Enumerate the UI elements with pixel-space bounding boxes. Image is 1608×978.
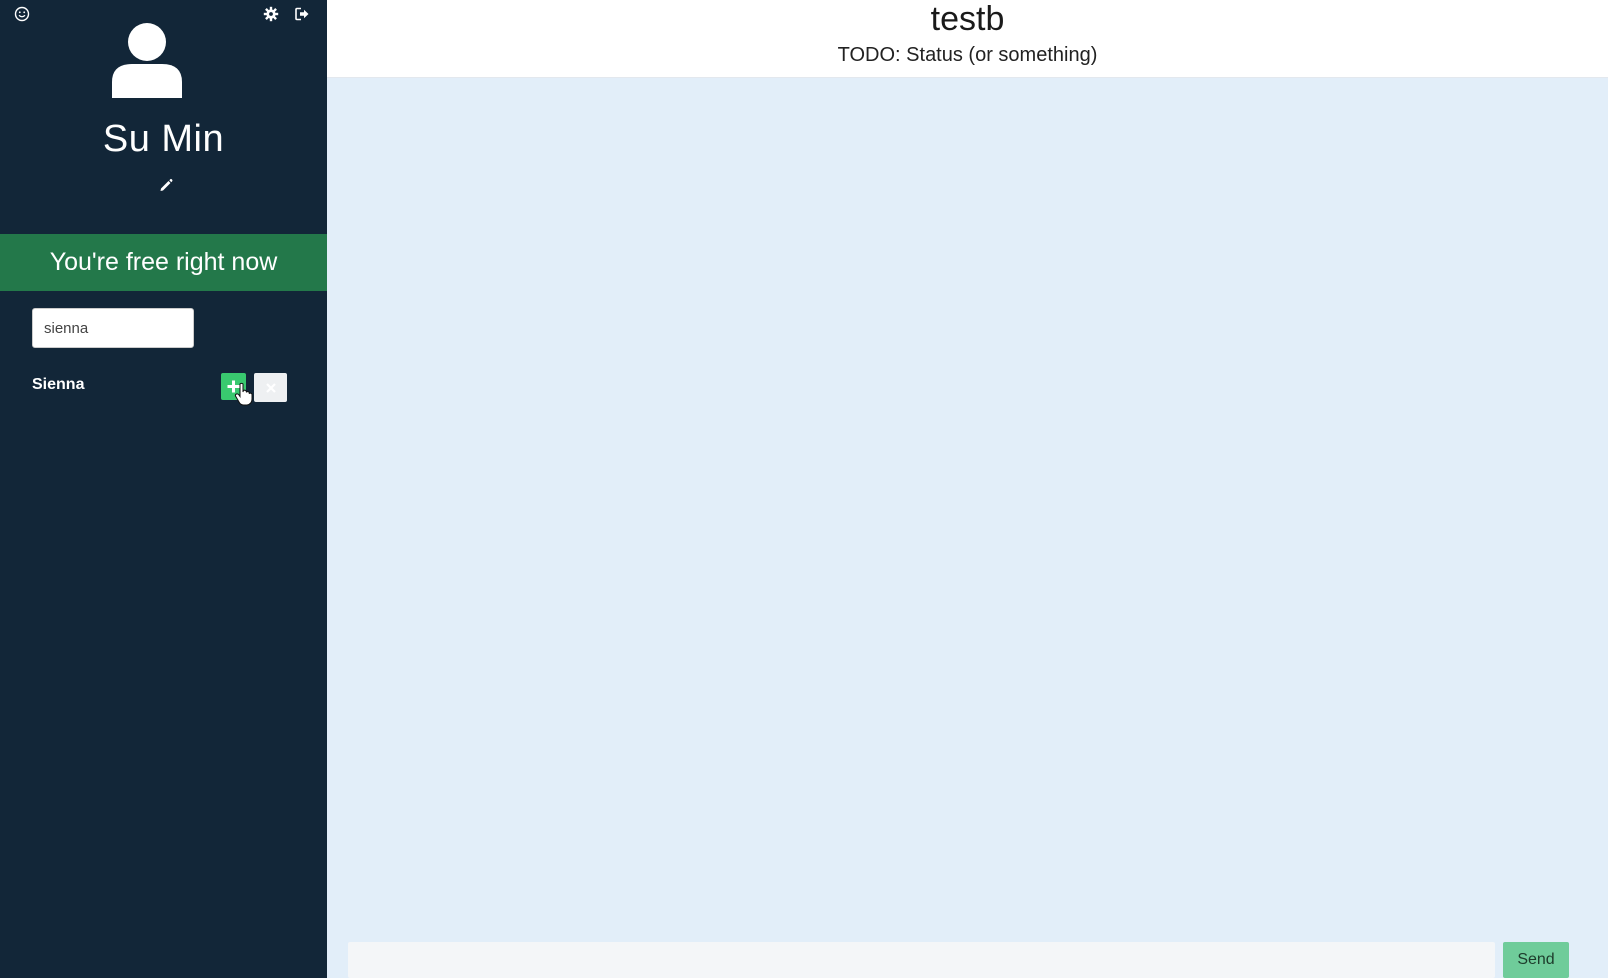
message-input[interactable] — [348, 942, 1495, 978]
chat-header: testb TODO: Status (or something) — [327, 0, 1608, 78]
app-window: Su Min You're free right now Sienna — [0, 0, 1608, 978]
status-text: You're free right now — [49, 248, 278, 276]
ignore-result-button[interactable] — [254, 373, 287, 402]
friend-search-input[interactable] — [32, 308, 194, 348]
add-friend-button[interactable] — [221, 373, 246, 400]
plus-icon — [227, 380, 240, 393]
sign-out-icon[interactable] — [292, 4, 312, 24]
close-icon — [265, 382, 276, 393]
gear-icon[interactable] — [261, 4, 281, 24]
chat-status: TODO: Status (or something) — [837, 44, 1098, 66]
chat-panel: testb TODO: Status (or something) Send — [327, 0, 1608, 978]
availability-status-banner: You're free right now — [0, 234, 327, 291]
smiley-icon[interactable] — [12, 4, 32, 24]
send-button[interactable]: Send — [1503, 942, 1569, 978]
message-list[interactable] — [327, 78, 1608, 938]
pencil-icon[interactable] — [156, 175, 176, 195]
search-result-row: Sienna — [32, 370, 292, 406]
user-icon — [110, 20, 184, 98]
search-result-name: Sienna — [32, 376, 85, 393]
profile-name: Su Min — [102, 118, 225, 160]
sidebar: Su Min You're free right now Sienna — [0, 0, 327, 978]
chat-title: testb — [930, 0, 1005, 38]
